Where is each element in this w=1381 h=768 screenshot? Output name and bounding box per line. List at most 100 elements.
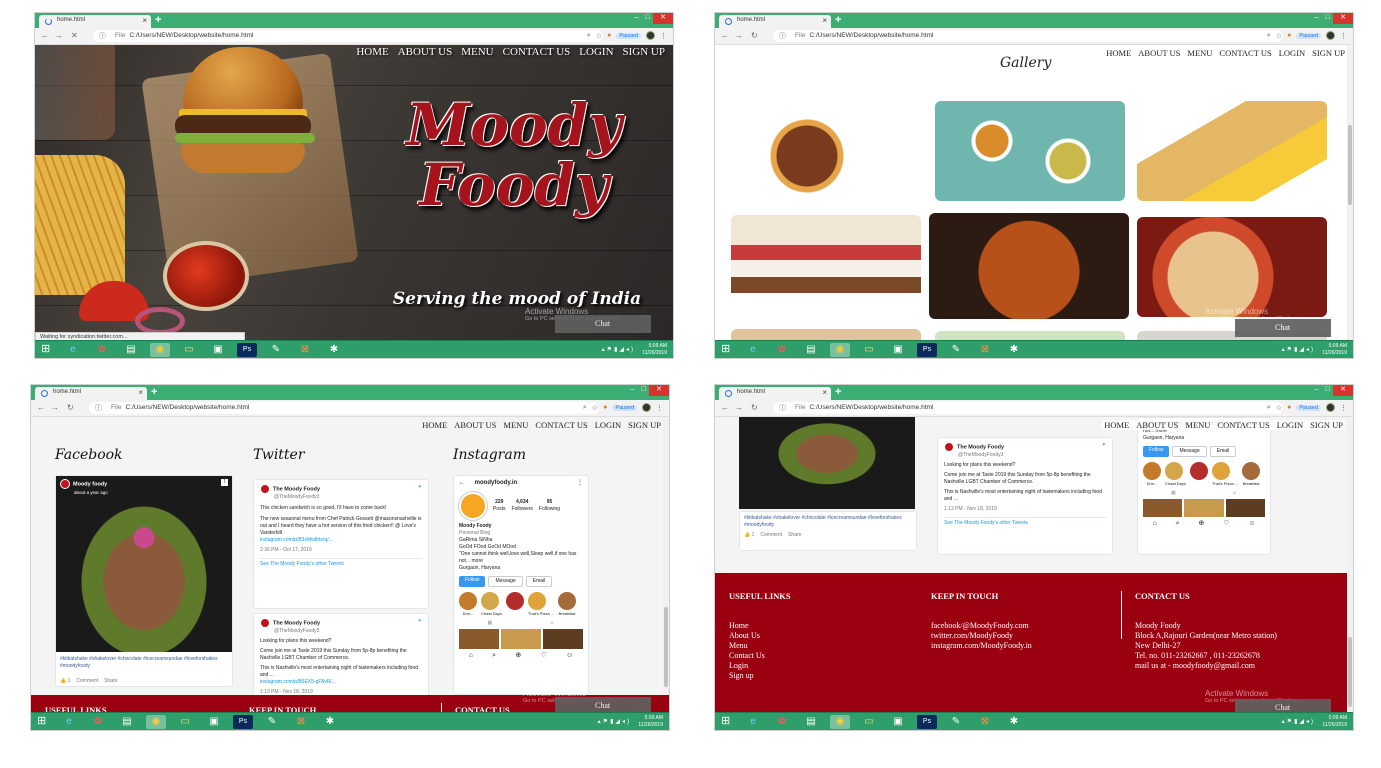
ie-icon[interactable]: e: [63, 343, 83, 357]
xampp-icon[interactable]: ⊠: [291, 715, 311, 729]
instagram-message-button[interactable]: Message: [488, 576, 523, 587]
nav-login[interactable]: LOGIN: [1279, 48, 1305, 58]
close-tab-icon[interactable]: ×: [822, 388, 827, 397]
nav-about[interactable]: ABOUT US: [1138, 48, 1180, 58]
paint-icon[interactable]: ✱: [1004, 343, 1024, 357]
minimize-button[interactable]: –: [631, 13, 642, 24]
gallery-image-thali[interactable]: [935, 101, 1125, 201]
tagged-icon[interactable]: ☺: [549, 620, 554, 627]
paused-badge[interactable]: Paused: [616, 32, 641, 39]
nav-login[interactable]: LOGIN: [579, 46, 613, 58]
windows-start-icon[interactable]: ⊞: [37, 716, 51, 728]
minimize-button[interactable]: –: [1311, 385, 1322, 396]
ie-icon[interactable]: e: [59, 715, 79, 729]
browser-tab[interactable]: home.html ×: [35, 387, 147, 400]
add-post-icon[interactable]: ⊕: [515, 652, 521, 659]
chrome-icon[interactable]: ◉: [830, 715, 850, 729]
camera-icon[interactable]: ▣: [204, 715, 224, 729]
instagram-widget[interactable]: "One cannot think well,love well,Sleep w…: [1137, 417, 1271, 555]
heart-icon[interactable]: ♡: [1223, 520, 1229, 527]
scrollbar[interactable]: [1347, 45, 1353, 342]
instagram-email-button[interactable]: Email: [1209, 446, 1237, 457]
windows-start-icon[interactable]: ⊞: [41, 344, 55, 356]
maximize-button[interactable]: □: [638, 385, 649, 396]
see-more-tweets-link[interactable]: See The Moody Foody's other Tweets: [260, 558, 422, 568]
paint-icon[interactable]: ✱: [324, 343, 344, 357]
chrome-icon[interactable]: ◉: [146, 715, 166, 729]
star-icon[interactable]: ☆: [596, 32, 602, 40]
nav-signup[interactable]: SIGN UP: [623, 46, 665, 58]
nav-home[interactable]: HOME: [1106, 48, 1131, 58]
facebook-comment[interactable]: Comment: [760, 532, 782, 539]
windows-start-icon[interactable]: ⊞: [721, 716, 735, 728]
explorer-icon[interactable]: ▭: [859, 343, 879, 357]
system-tray-icons[interactable]: ▴⚑▮◢◂): [602, 346, 635, 353]
avatar[interactable]: [1326, 31, 1335, 40]
gallery-image-grilled-patty[interactable]: [731, 101, 921, 201]
files-icon[interactable]: ▤: [801, 343, 821, 357]
profile-icon[interactable]: ☺: [1248, 520, 1255, 527]
nav-login[interactable]: LOGIN: [595, 420, 621, 430]
instagram-follow-button[interactable]: Follow: [1143, 446, 1170, 457]
footer-link-about[interactable]: About Us: [729, 631, 765, 641]
minimize-button[interactable]: –: [627, 385, 638, 396]
highlight-2[interactable]: Chaat Days: [1165, 462, 1186, 487]
extension-icon[interactable]: ●: [1287, 404, 1291, 411]
avatar[interactable]: [642, 403, 651, 412]
facebook-like[interactable]: 👍 1: [744, 532, 754, 539]
close-tab-icon[interactable]: ×: [822, 16, 827, 25]
close-window-button[interactable]: ✕: [1333, 13, 1353, 24]
nav-signup[interactable]: SIGN UP: [1310, 420, 1343, 430]
forward-icon[interactable]: →: [55, 31, 63, 40]
nav-menu[interactable]: MENU: [503, 420, 528, 430]
footer-link-menu[interactable]: Menu: [729, 641, 765, 651]
highlight-5[interactable]: Breakfast: [1242, 462, 1261, 487]
gallery-image-sandwich[interactable]: [1137, 101, 1327, 201]
footer-link-signup[interactable]: Sign up: [729, 671, 765, 681]
add-post-icon[interactable]: ⊕: [1198, 520, 1204, 527]
paused-badge[interactable]: Paused: [1296, 404, 1321, 411]
footer-link-home[interactable]: Home: [729, 621, 765, 631]
back-icon[interactable]: ←: [41, 31, 49, 40]
app-icon[interactable]: ✿: [772, 343, 792, 357]
photoshop-icon[interactable]: Ps: [237, 343, 257, 357]
home-icon[interactable]: ⌂: [469, 652, 473, 659]
scrollbar[interactable]: [663, 417, 669, 714]
star-icon[interactable]: ☆: [592, 404, 598, 412]
close-window-button[interactable]: ✕: [1333, 385, 1353, 396]
nav-about[interactable]: ABOUT US: [1136, 420, 1178, 430]
chrome-icon[interactable]: ◉: [830, 343, 850, 357]
facebook-widget[interactable]: Moody foody about a year ago f #kitkatsha…: [55, 475, 233, 687]
facebook-like[interactable]: 👍 1: [60, 678, 70, 685]
ie-icon[interactable]: e: [743, 343, 763, 357]
see-more-tweets-link[interactable]: See The Moody Foody's other Tweets: [944, 517, 1106, 527]
browser-tab[interactable]: home.html ×: [719, 387, 831, 400]
xampp-icon[interactable]: ⊠: [975, 343, 995, 357]
highlight-4[interactable]: That's Pizza ...: [527, 592, 554, 617]
new-tab-button[interactable]: +: [151, 386, 157, 398]
back-arrow-icon[interactable]: ←: [459, 480, 465, 486]
forward-icon[interactable]: →: [735, 31, 743, 40]
instagram-email-button[interactable]: Email: [525, 576, 553, 587]
nav-contact[interactable]: CONTACT US: [535, 420, 587, 430]
more-icon[interactable]: ⋮: [577, 480, 583, 487]
new-tab-button[interactable]: +: [835, 386, 841, 398]
nav-home[interactable]: HOME: [422, 420, 447, 430]
instagram-widget[interactable]: ← moodyfoody.in ⋮ 229 Posts 4,634 Followers…: [453, 475, 589, 695]
nav-login[interactable]: LOGIN: [1277, 420, 1303, 430]
menu-dots-icon[interactable]: ⋮: [1340, 32, 1347, 40]
tagged-icon[interactable]: ☺: [1232, 490, 1237, 497]
files-icon[interactable]: ▤: [117, 715, 137, 729]
star-icon[interactable]: ☆: [1276, 32, 1282, 40]
stop-icon[interactable]: ✕: [71, 31, 78, 40]
url-field[interactable]: ⓘ File C:/Users/NEW/Desktop/website/home.h…: [93, 30, 603, 42]
menu-dots-icon[interactable]: ⋮: [660, 32, 667, 40]
browser-tab[interactable]: home.html ×: [39, 15, 151, 28]
grid-icon[interactable]: ▦: [1171, 490, 1176, 497]
explorer-icon[interactable]: ▭: [859, 715, 879, 729]
star-icon[interactable]: ☆: [1276, 404, 1282, 412]
footer-twitter-link[interactable]: twitter.com/MoodyFoody: [931, 631, 1032, 641]
extension-icon[interactable]: ●: [1287, 32, 1291, 39]
home-icon[interactable]: ⌂: [1152, 520, 1156, 527]
nav-about[interactable]: ABOUT US: [398, 46, 453, 58]
